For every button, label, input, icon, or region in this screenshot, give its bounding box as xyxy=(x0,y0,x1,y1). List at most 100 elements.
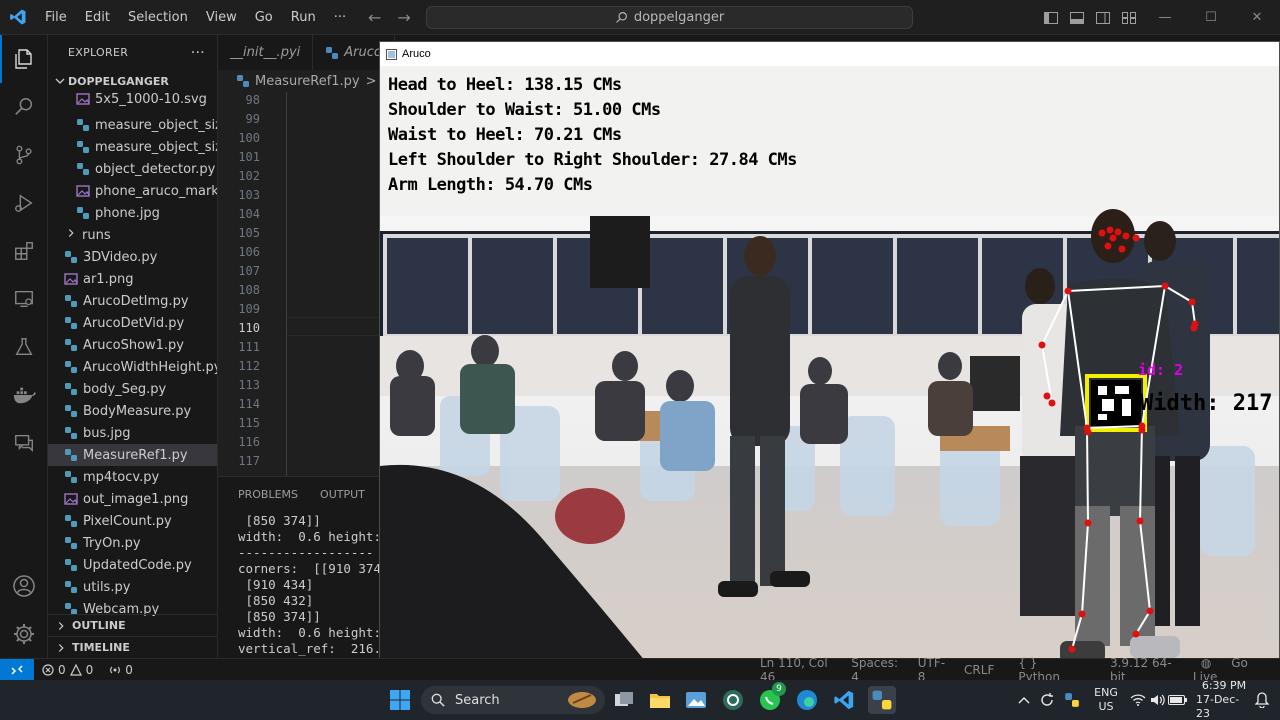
braces-icon: { } xyxy=(1018,656,1038,670)
python-tray-icon[interactable] xyxy=(1060,688,1084,712)
timeline-section[interactable]: TIMELINE xyxy=(48,636,217,658)
tree-item[interactable]: phone.jpg xyxy=(48,202,217,224)
search-sidebar-icon[interactable] xyxy=(0,83,48,131)
ports-status[interactable]: 0 xyxy=(101,663,141,677)
tree-item[interactable]: ArucoDetImg.py xyxy=(48,290,217,312)
remote-explorer-icon[interactable] xyxy=(0,275,48,323)
tree-item[interactable]: object_detector.py xyxy=(48,158,217,180)
eol-status[interactable]: CRLF xyxy=(956,663,1002,677)
python-app-icon[interactable] xyxy=(868,686,896,714)
remote-indicator-icon[interactable] xyxy=(0,658,34,681)
outline-section[interactable]: OUTLINE xyxy=(48,614,217,636)
explorer-icon[interactable] xyxy=(0,35,48,83)
terminal-output[interactable]: [850 374]] width: 0.6 height: ------------… xyxy=(238,513,389,657)
python-file-icon xyxy=(64,426,78,440)
python-file-icon xyxy=(76,162,90,176)
chatgpt-icon[interactable] xyxy=(721,688,745,712)
tree-item[interactable]: 5x5_1000-10.svg xyxy=(48,88,217,110)
battery-icon[interactable] xyxy=(1166,688,1190,712)
taskbar-search[interactable]: Search xyxy=(421,686,605,714)
back-arrow-icon[interactable]: ← xyxy=(368,8,381,27)
breadcrumb-file[interactable]: MeasureRef1.py xyxy=(255,74,360,89)
tree-item[interactable]: UpdatedCode.py xyxy=(48,554,217,576)
measurement-text: Head to Heel: 138.15 CMs xyxy=(388,75,622,95)
clock[interactable]: 6:39 PM 17-Dec-23 xyxy=(1196,679,1252,720)
source-control-icon[interactable] xyxy=(0,131,48,179)
tree-item[interactable]: ar1.png xyxy=(48,268,217,290)
tab-problems[interactable]: PROBLEMS xyxy=(238,488,298,501)
outline-label: OUTLINE xyxy=(72,619,126,632)
tree-item[interactable]: measure_object_size... xyxy=(48,114,217,136)
minimize-icon[interactable]: — xyxy=(1142,0,1188,35)
explorer-more-icon[interactable]: ··· xyxy=(191,45,205,61)
menu-view[interactable]: View xyxy=(197,10,246,25)
clock-date: 17-Dec-23 xyxy=(1196,693,1240,720)
tree-item[interactable]: MeasureRef1.py xyxy=(48,444,217,466)
tree-item-label: ArucoDetImg.py xyxy=(83,293,189,309)
whatsapp-icon[interactable]: 9 xyxy=(758,682,786,712)
tree-item[interactable]: out_image1.png xyxy=(48,488,217,510)
run-debug-icon[interactable] xyxy=(0,179,48,227)
edge-browser-icon[interactable] xyxy=(795,688,819,712)
tree-item[interactable]: body_Seg.py xyxy=(48,378,217,400)
file-explorer-icon[interactable] xyxy=(648,688,672,712)
problems-status[interactable]: 0 0 xyxy=(34,663,101,677)
tree-item[interactable]: 3DVideo.py xyxy=(48,246,217,268)
tab-init-pyi[interactable]: __init__.pyi xyxy=(218,35,314,70)
python-file-icon xyxy=(76,118,90,132)
aruco-window[interactable]: Aruco Head to Heel: 138.15 CMs Shoulder … xyxy=(379,41,1280,666)
refresh-tray-icon[interactable] xyxy=(1035,688,1059,712)
chevron-up-icon[interactable] xyxy=(1012,688,1036,712)
line-number: 106 xyxy=(238,245,260,259)
customize-layout-icon[interactable] xyxy=(1116,0,1142,35)
menu-more[interactable]: ··· xyxy=(325,10,355,25)
tab-output[interactable]: OUTPUT xyxy=(320,488,365,501)
tree-item[interactable]: ArucoWidthHeight.py xyxy=(48,356,217,378)
toggle-secondary-sidebar-icon[interactable] xyxy=(1090,0,1116,35)
windows-start-icon[interactable] xyxy=(388,688,412,712)
tree-item[interactable]: mp4tocv.py xyxy=(48,466,217,488)
settings-gear-icon[interactable] xyxy=(0,610,48,658)
menu-selection[interactable]: Selection xyxy=(119,10,197,25)
menu-go[interactable]: Go xyxy=(246,10,282,25)
tree-item[interactable]: BodyMeasure.py xyxy=(48,400,217,422)
tree-item[interactable]: TryOn.py xyxy=(48,532,217,554)
terminal-line: [850 374]] xyxy=(238,609,321,624)
chat-icon[interactable] xyxy=(0,419,48,467)
tree-item[interactable]: bus.jpg xyxy=(48,422,217,444)
line-number: 105 xyxy=(238,226,260,240)
menu-run[interactable]: Run xyxy=(282,10,325,25)
maximize-icon[interactable]: ☐ xyxy=(1188,0,1234,35)
aruco-title-bar[interactable]: Aruco xyxy=(380,42,1279,66)
tree-item[interactable]: utils.py xyxy=(48,576,217,598)
tree-item[interactable]: runs xyxy=(48,224,217,246)
close-icon[interactable]: ✕ xyxy=(1234,0,1280,35)
title-bar: File Edit Selection View Go Run ··· ← → … xyxy=(0,0,1280,35)
tree-item[interactable]: ArucoDetVid.py xyxy=(48,312,217,334)
activity-bar xyxy=(0,35,48,658)
forward-arrow-icon[interactable]: → xyxy=(397,8,410,27)
testing-flask-icon[interactable] xyxy=(0,323,48,371)
chevron-right-icon xyxy=(58,643,64,652)
vscode-taskbar-icon[interactable] xyxy=(832,688,856,712)
docker-icon[interactable] xyxy=(0,371,48,419)
toggle-panel-icon[interactable] xyxy=(1064,0,1090,35)
line-number: 101 xyxy=(238,150,260,164)
tree-item[interactable]: measure_object_size... xyxy=(48,136,217,158)
pose-landmark xyxy=(1048,399,1056,407)
terminal-line: vertical_ref: 216.8 xyxy=(238,641,389,656)
tree-item[interactable]: PixelCount.py xyxy=(48,510,217,532)
workspace-folder-label: DOPPELGANGER xyxy=(68,74,169,88)
accounts-icon[interactable] xyxy=(0,562,48,610)
task-view-icon[interactable] xyxy=(612,688,636,712)
input-language[interactable]: ENG US xyxy=(1092,680,1120,720)
extensions-icon[interactable] xyxy=(0,227,48,275)
tree-item[interactable]: phone_aruco_marke... xyxy=(48,180,217,202)
toggle-sidebar-icon[interactable] xyxy=(1038,0,1064,35)
photos-app-icon[interactable] xyxy=(684,688,708,712)
menu-edit[interactable]: Edit xyxy=(76,10,119,25)
tree-item[interactable]: ArucoShow1.py xyxy=(48,334,217,356)
command-center[interactable]: doppelganger xyxy=(426,6,913,29)
notification-bell-icon[interactable] xyxy=(1250,688,1274,712)
menu-file[interactable]: File xyxy=(36,10,76,25)
